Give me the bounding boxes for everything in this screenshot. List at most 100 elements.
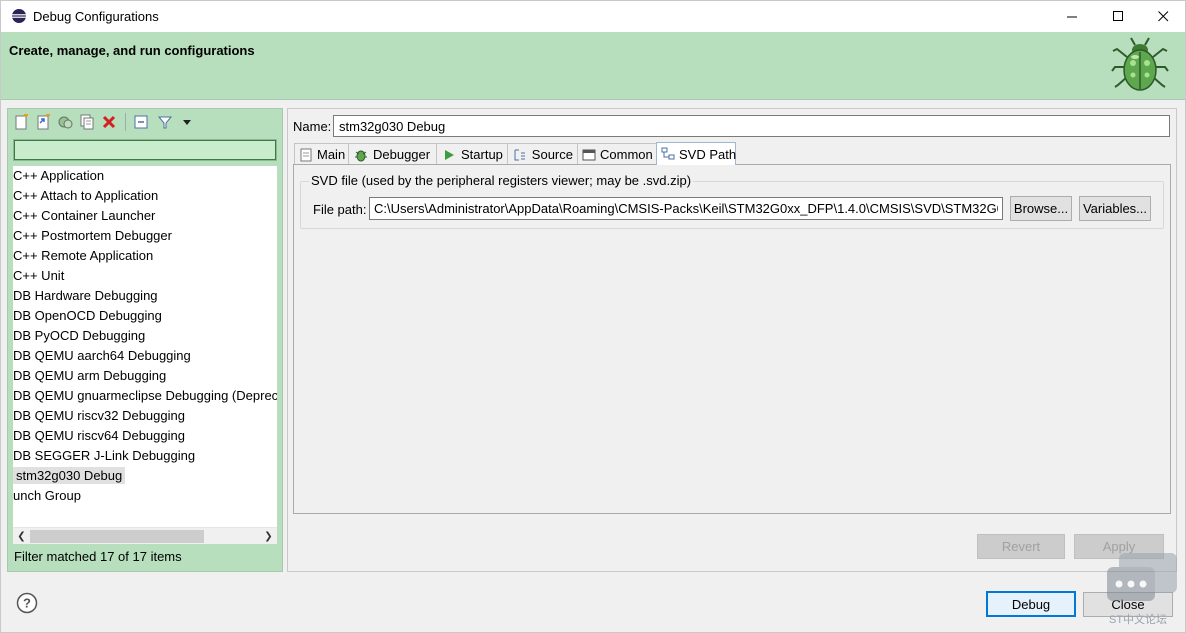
- tree-item[interactable]: C++ Postmortem Debugger: [13, 226, 172, 246]
- tree-item[interactable]: C++ Attach to Application: [13, 186, 158, 206]
- scroll-left-icon[interactable]: ❮: [13, 528, 30, 545]
- file-path-label: File path:: [313, 202, 367, 217]
- tree-item-label: unch Group: [13, 488, 81, 503]
- tree-item-label: DB QEMU arm Debugging: [13, 368, 167, 383]
- tab-source[interactable]: Source: [507, 143, 578, 165]
- duplicate-icon: [58, 116, 73, 129]
- help-glyph: ?: [23, 596, 31, 611]
- help-icon[interactable]: ?: [16, 592, 38, 614]
- maximize-button[interactable]: [1095, 1, 1141, 32]
- configuration-list-panel: C++ Application C++ Attach to Application…: [7, 108, 283, 572]
- delete-config-button[interactable]: [100, 113, 118, 131]
- tree-item-label: DB QEMU gnuarmeclipse Debugging (Depreca…: [13, 388, 277, 403]
- variables-button[interactable]: Variables...: [1079, 196, 1151, 221]
- tab-label: Common: [600, 147, 653, 162]
- maximize-icon: [1112, 11, 1123, 21]
- tree-item-label: C++ Unit: [13, 268, 65, 283]
- debug-configurations-window: Debug Configurations Create, manage, and…: [0, 0, 1186, 633]
- tree-item-label: C++ Remote Application: [13, 248, 154, 263]
- toolbar-separator: [125, 113, 126, 131]
- minimize-button[interactable]: [1049, 1, 1095, 32]
- tree-item[interactable]: DB Hardware Debugging: [13, 286, 158, 306]
- tree-item-label: DB Hardware Debugging: [13, 288, 158, 303]
- name-input[interactable]: [333, 115, 1170, 137]
- scrollbar-thumb[interactable]: [30, 530, 204, 543]
- new-config-button[interactable]: [12, 113, 30, 131]
- tree-item-label: DB QEMU aarch64 Debugging: [13, 348, 191, 363]
- banner-heading: Create, manage, and run configurations: [9, 43, 255, 58]
- tab-label: Debugger: [373, 147, 431, 162]
- tab-main[interactable]: Main: [294, 143, 349, 165]
- scroll-right-icon[interactable]: ❯: [260, 528, 277, 545]
- tree-item-label: DB OpenOCD Debugging: [13, 308, 162, 323]
- configuration-editor-panel: Name: Main Debugger Startup Source Commo…: [287, 108, 1177, 572]
- svd-group-title: SVD file (used by the peripheral registe…: [309, 173, 694, 188]
- tree-item-label: DB QEMU riscv64 Debugging: [13, 428, 185, 443]
- tab-debugger[interactable]: Debugger: [348, 143, 437, 165]
- tree-item[interactable]: DB QEMU aarch64 Debugging: [13, 346, 191, 366]
- new-config-icon: [15, 114, 28, 130]
- tree-item[interactable]: DB QEMU gnuarmeclipse Debugging (Depreca…: [13, 386, 277, 406]
- browse-button[interactable]: Browse...: [1010, 196, 1072, 221]
- tree-item-label: DB SEGGER J-Link Debugging: [13, 448, 196, 463]
- debug-button[interactable]: Debug: [986, 591, 1076, 617]
- tree-item-label: C++ Application: [13, 168, 105, 183]
- tree-item[interactable]: C++ Application: [13, 166, 104, 186]
- header-banner: Create, manage, and run configurations: [1, 32, 1185, 100]
- collapse-all-icon: [134, 115, 148, 129]
- tree-item-label: stm32g030 Debug: [13, 467, 126, 484]
- title-bar: Debug Configurations: [1, 1, 1185, 32]
- tab-label: SVD Path: [679, 146, 737, 162]
- tree-item[interactable]: DB QEMU riscv32 Debugging: [13, 406, 185, 426]
- revert-button[interactable]: Revert: [977, 534, 1065, 559]
- dropdown-arrow-icon: [183, 120, 191, 125]
- svd-path-tab-content: SVD file (used by the peripheral registe…: [293, 164, 1171, 514]
- debugger-tab-icon: [353, 147, 369, 163]
- close-icon: [1157, 11, 1168, 22]
- tree-item[interactable]: DB PyOCD Debugging: [13, 326, 145, 346]
- source-tab-icon: [512, 147, 528, 163]
- tree-item[interactable]: DB OpenOCD Debugging: [13, 306, 162, 326]
- tab-label: Source: [531, 147, 573, 162]
- configuration-tree[interactable]: C++ Application C++ Attach to Application…: [13, 166, 277, 527]
- svd-file-group: SVD file (used by the peripheral registe…: [300, 173, 1164, 229]
- name-label: Name:: [293, 119, 332, 134]
- tree-item[interactable]: DB QEMU arm Debugging: [13, 366, 166, 386]
- duplicate-config-button[interactable]: [56, 113, 74, 131]
- tree-item[interactable]: C++ Unit: [13, 266, 64, 286]
- common-tab-icon: [582, 147, 596, 163]
- tree-item[interactable]: C++ Container Launcher: [13, 206, 155, 226]
- tab-label: Main: [317, 147, 346, 162]
- filter-button[interactable]: [156, 113, 174, 131]
- tab-svd-path[interactable]: SVD Path: [656, 142, 736, 165]
- export-icon: [37, 114, 50, 130]
- main-tab-icon: [299, 147, 313, 163]
- tree-item[interactable]: unch Group: [13, 486, 81, 506]
- tree-item[interactable]: DB QEMU riscv64 Debugging: [13, 426, 185, 446]
- tree-item[interactable]: DB SEGGER J-Link Debugging: [13, 446, 195, 466]
- export-config-button[interactable]: [34, 113, 52, 131]
- collapse-all-button[interactable]: [132, 113, 150, 131]
- copy-config-button[interactable]: [78, 113, 96, 131]
- svd-path-tab-icon: [661, 146, 675, 162]
- copy-icon: [80, 114, 94, 130]
- delete-icon: [102, 115, 116, 129]
- tree-item[interactable]: C++ Remote Application: [13, 246, 153, 266]
- tab-startup[interactable]: Startup: [436, 143, 508, 165]
- filter-icon: [157, 116, 173, 129]
- eclipse-icon: [12, 9, 26, 23]
- horizontal-scrollbar[interactable]: ❮ ❯: [13, 527, 277, 544]
- tree-item[interactable]: stm32g030 Debug: [13, 466, 126, 486]
- tab-common[interactable]: Common: [577, 143, 657, 165]
- tree-item-label: C++ Container Launcher: [13, 208, 156, 223]
- filter-input[interactable]: [13, 139, 277, 161]
- close-window-button[interactable]: [1140, 1, 1186, 32]
- tab-label: Startup: [461, 147, 503, 162]
- tree-item-label: DB QEMU riscv32 Debugging: [13, 408, 185, 423]
- file-path-input[interactable]: [369, 197, 1003, 220]
- bug-icon: [1111, 37, 1169, 91]
- filter-dropdown-button[interactable]: [178, 113, 196, 131]
- config-toolbar: [8, 109, 282, 135]
- window-title: Debug Configurations: [33, 9, 159, 24]
- minimize-icon: [1066, 16, 1077, 18]
